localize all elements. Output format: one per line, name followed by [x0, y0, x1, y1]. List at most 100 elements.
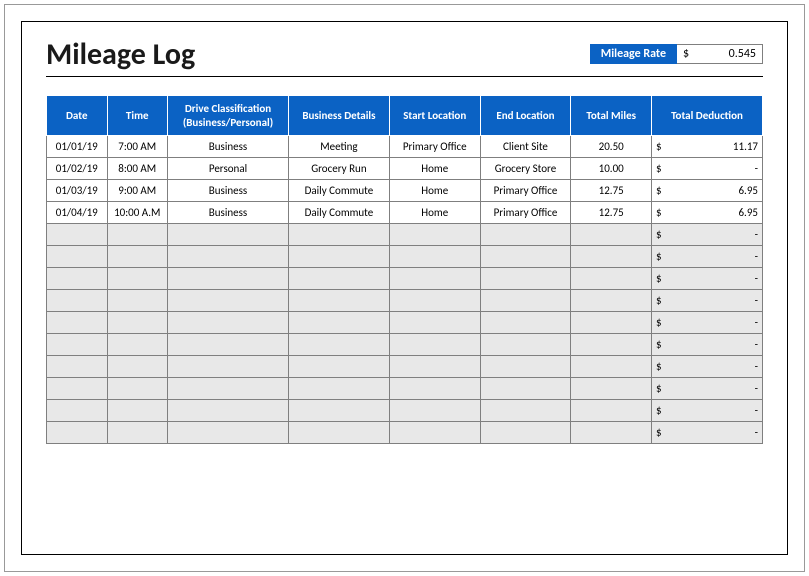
cell-time[interactable]: 9:00 AM: [107, 180, 168, 202]
cell-empty[interactable]: [289, 422, 390, 444]
cell-date[interactable]: 01/02/19: [47, 158, 108, 180]
cell-empty[interactable]: [480, 290, 571, 312]
cell-start[interactable]: Home: [389, 180, 480, 202]
cell-deduction[interactable]: $-: [652, 268, 763, 290]
cell-empty[interactable]: [571, 422, 652, 444]
cell-end[interactable]: Primary Office: [480, 202, 571, 224]
cell-deduction[interactable]: $-: [652, 246, 763, 268]
cell-miles[interactable]: 12.75: [571, 202, 652, 224]
cell-details[interactable]: Grocery Run: [289, 158, 390, 180]
cell-empty[interactable]: [571, 378, 652, 400]
cell-empty[interactable]: [168, 268, 289, 290]
cell-time[interactable]: 7:00 AM: [107, 136, 168, 158]
cell-empty[interactable]: [389, 246, 480, 268]
cell-empty[interactable]: [480, 246, 571, 268]
cell-empty[interactable]: [480, 378, 571, 400]
cell-deduction[interactable]: $-: [652, 312, 763, 334]
cell-empty[interactable]: [571, 356, 652, 378]
cell-empty[interactable]: [107, 334, 168, 356]
cell-empty[interactable]: [47, 378, 108, 400]
cell-empty[interactable]: [107, 422, 168, 444]
cell-deduction[interactable]: $-: [652, 334, 763, 356]
cell-date[interactable]: 01/01/19: [47, 136, 108, 158]
cell-empty[interactable]: [389, 422, 480, 444]
cell-empty[interactable]: [480, 312, 571, 334]
cell-deduction[interactable]: $-: [652, 290, 763, 312]
cell-empty[interactable]: [168, 334, 289, 356]
cell-start[interactable]: Home: [389, 202, 480, 224]
mileage-rate-value[interactable]: $ 0.545: [677, 44, 763, 64]
cell-empty[interactable]: [571, 312, 652, 334]
cell-empty[interactable]: [480, 224, 571, 246]
cell-empty[interactable]: [47, 400, 108, 422]
cell-empty[interactable]: [47, 268, 108, 290]
cell-empty[interactable]: [389, 224, 480, 246]
cell-miles[interactable]: 12.75: [571, 180, 652, 202]
cell-empty[interactable]: [168, 400, 289, 422]
cell-empty[interactable]: [480, 422, 571, 444]
cell-time[interactable]: 8:00 AM: [107, 158, 168, 180]
cell-time[interactable]: 10:00 A.M: [107, 202, 168, 224]
cell-empty[interactable]: [47, 246, 108, 268]
table-row[interactable]: $-: [47, 268, 763, 290]
cell-end[interactable]: Client Site: [480, 136, 571, 158]
cell-empty[interactable]: [389, 378, 480, 400]
cell-empty[interactable]: [47, 290, 108, 312]
cell-empty[interactable]: [289, 400, 390, 422]
cell-empty[interactable]: [289, 246, 390, 268]
cell-class[interactable]: Business: [168, 136, 289, 158]
cell-empty[interactable]: [289, 290, 390, 312]
cell-empty[interactable]: [107, 224, 168, 246]
cell-empty[interactable]: [289, 356, 390, 378]
cell-empty[interactable]: [571, 334, 652, 356]
cell-deduction[interactable]: $-: [652, 356, 763, 378]
cell-empty[interactable]: [389, 290, 480, 312]
cell-empty[interactable]: [47, 312, 108, 334]
cell-start[interactable]: Primary Office: [389, 136, 480, 158]
table-row[interactable]: $-: [47, 246, 763, 268]
cell-empty[interactable]: [389, 312, 480, 334]
cell-end[interactable]: Primary Office: [480, 180, 571, 202]
cell-empty[interactable]: [107, 312, 168, 334]
cell-deduction[interactable]: $-: [652, 422, 763, 444]
cell-empty[interactable]: [480, 334, 571, 356]
table-row[interactable]: $-: [47, 224, 763, 246]
cell-empty[interactable]: [389, 334, 480, 356]
cell-empty[interactable]: [168, 422, 289, 444]
cell-empty[interactable]: [107, 268, 168, 290]
table-row[interactable]: $-: [47, 378, 763, 400]
cell-deduction[interactable]: $11.17: [652, 136, 763, 158]
cell-empty[interactable]: [571, 268, 652, 290]
cell-deduction[interactable]: $-: [652, 378, 763, 400]
cell-empty[interactable]: [389, 268, 480, 290]
cell-empty[interactable]: [107, 378, 168, 400]
cell-class[interactable]: Business: [168, 202, 289, 224]
cell-deduction[interactable]: $-: [652, 400, 763, 422]
cell-empty[interactable]: [480, 356, 571, 378]
cell-details[interactable]: Daily Commute: [289, 180, 390, 202]
table-row[interactable]: $-: [47, 290, 763, 312]
cell-empty[interactable]: [289, 378, 390, 400]
cell-empty[interactable]: [389, 400, 480, 422]
cell-empty[interactable]: [480, 268, 571, 290]
cell-empty[interactable]: [47, 334, 108, 356]
cell-details[interactable]: Meeting: [289, 136, 390, 158]
table-row[interactable]: $-: [47, 356, 763, 378]
cell-empty[interactable]: [107, 246, 168, 268]
cell-empty[interactable]: [47, 356, 108, 378]
cell-start[interactable]: Home: [389, 158, 480, 180]
cell-end[interactable]: Grocery Store: [480, 158, 571, 180]
cell-details[interactable]: Daily Commute: [289, 202, 390, 224]
cell-date[interactable]: 01/04/19: [47, 202, 108, 224]
cell-deduction[interactable]: $6.95: [652, 180, 763, 202]
cell-empty[interactable]: [168, 246, 289, 268]
cell-empty[interactable]: [289, 268, 390, 290]
cell-date[interactable]: 01/03/19: [47, 180, 108, 202]
cell-empty[interactable]: [571, 400, 652, 422]
cell-miles[interactable]: 10.00: [571, 158, 652, 180]
cell-empty[interactable]: [168, 224, 289, 246]
cell-empty[interactable]: [289, 224, 390, 246]
cell-empty[interactable]: [389, 356, 480, 378]
cell-empty[interactable]: [47, 422, 108, 444]
table-row[interactable]: $-: [47, 400, 763, 422]
